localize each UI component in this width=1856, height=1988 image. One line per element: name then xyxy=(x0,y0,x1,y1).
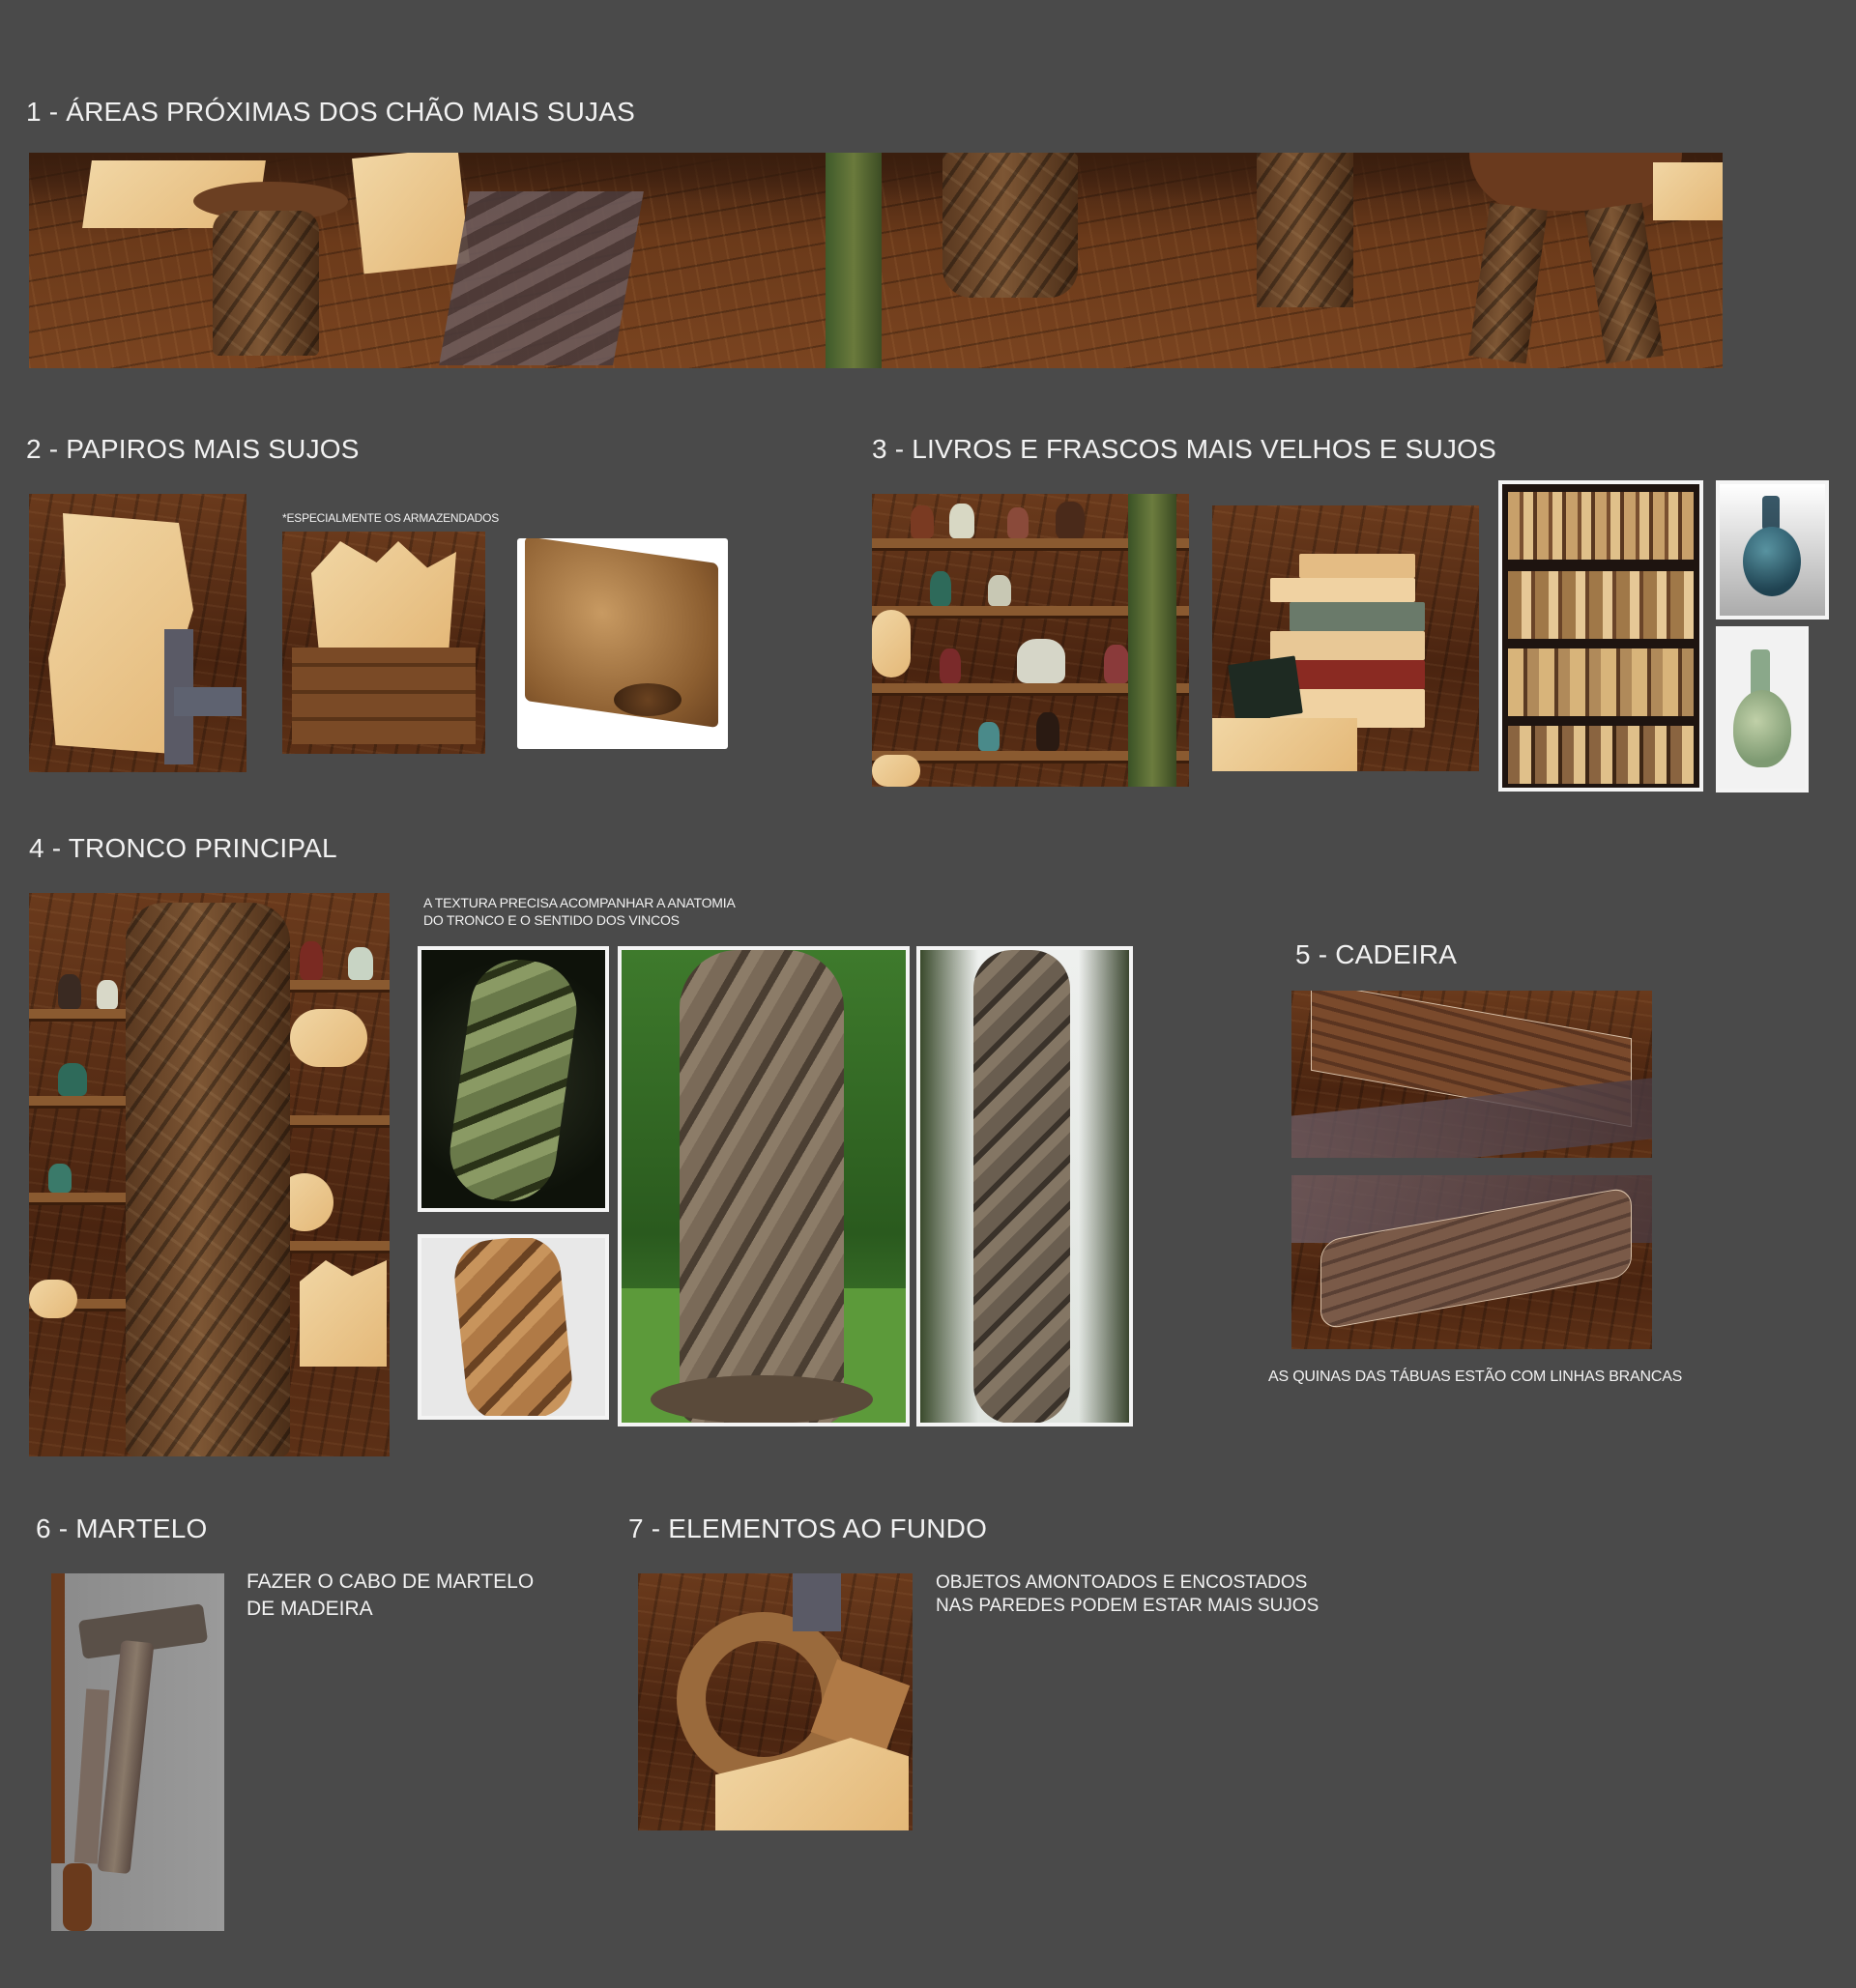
floor-render-image xyxy=(29,153,1723,368)
section-1-title: 1 - ÁREAS PRÓXIMAS DOS CHÃO MAIS SUJAS xyxy=(26,97,635,127)
section-3-title: 3 - LIVROS E FRASCOS MAIS VELHOS E SUJOS xyxy=(872,434,1496,464)
section-6-note-line1: FAZER O CABO DE MARTELO xyxy=(246,1570,535,1593)
hammer-render-image xyxy=(51,1573,224,1931)
papyrus-reference-photo xyxy=(517,538,728,749)
twisted-wood-sculpture-photo xyxy=(418,1234,609,1420)
blue-glass-bottle-photo xyxy=(1716,480,1829,619)
section-4-title: 4 - TRONCO PRINCIPAL xyxy=(29,833,337,863)
main-trunk-render xyxy=(29,893,390,1456)
chair-render-image-1 xyxy=(1291,991,1652,1158)
twisted-tree-photo-1 xyxy=(618,946,910,1426)
section-7-note-line1: OBJETOS AMONTOADOS E ENCOSTADOS xyxy=(936,1572,1308,1593)
books-render-image xyxy=(1212,505,1479,771)
background-elements-render xyxy=(638,1573,913,1830)
twisted-vine-photo xyxy=(418,946,609,1212)
section-6-title: 6 - MARTELO xyxy=(36,1513,208,1543)
papyrus-crate-image xyxy=(282,532,485,754)
section-2-note: *ESPECIALMENTE OS ARMAZENDADOS xyxy=(282,511,500,525)
green-glass-vase-photo xyxy=(1716,626,1809,792)
papyrus-render-image-1 xyxy=(29,494,246,772)
shelves-bottles-render xyxy=(872,494,1189,787)
section-6-note-line2: DE MADEIRA xyxy=(246,1598,373,1620)
section-2-title: 2 - PAPIROS MAIS SUJOS xyxy=(26,434,360,464)
section-4-note-line2: DO TRONCO E O SENTIDO DOS VINCOS xyxy=(423,912,680,928)
section-5-title: 5 - CADEIRA xyxy=(1295,939,1458,969)
chair-render-image-2 xyxy=(1291,1175,1652,1349)
section-4-note-line1: A TEXTURA PRECISA ACOMPANHAR A ANATOMIA xyxy=(423,895,736,910)
twisted-tree-photo-2 xyxy=(916,946,1133,1426)
old-books-reference-photo xyxy=(1498,480,1703,792)
section-7-note-line2: NAS PAREDES PODEM ESTAR MAIS SUJOS xyxy=(936,1596,1320,1616)
section-7-title: 7 - ELEMENTOS AO FUNDO xyxy=(628,1513,988,1543)
section-5-note: AS QUINAS DAS TÁBUAS ESTÃO COM LINHAS BR… xyxy=(1268,1369,1683,1385)
